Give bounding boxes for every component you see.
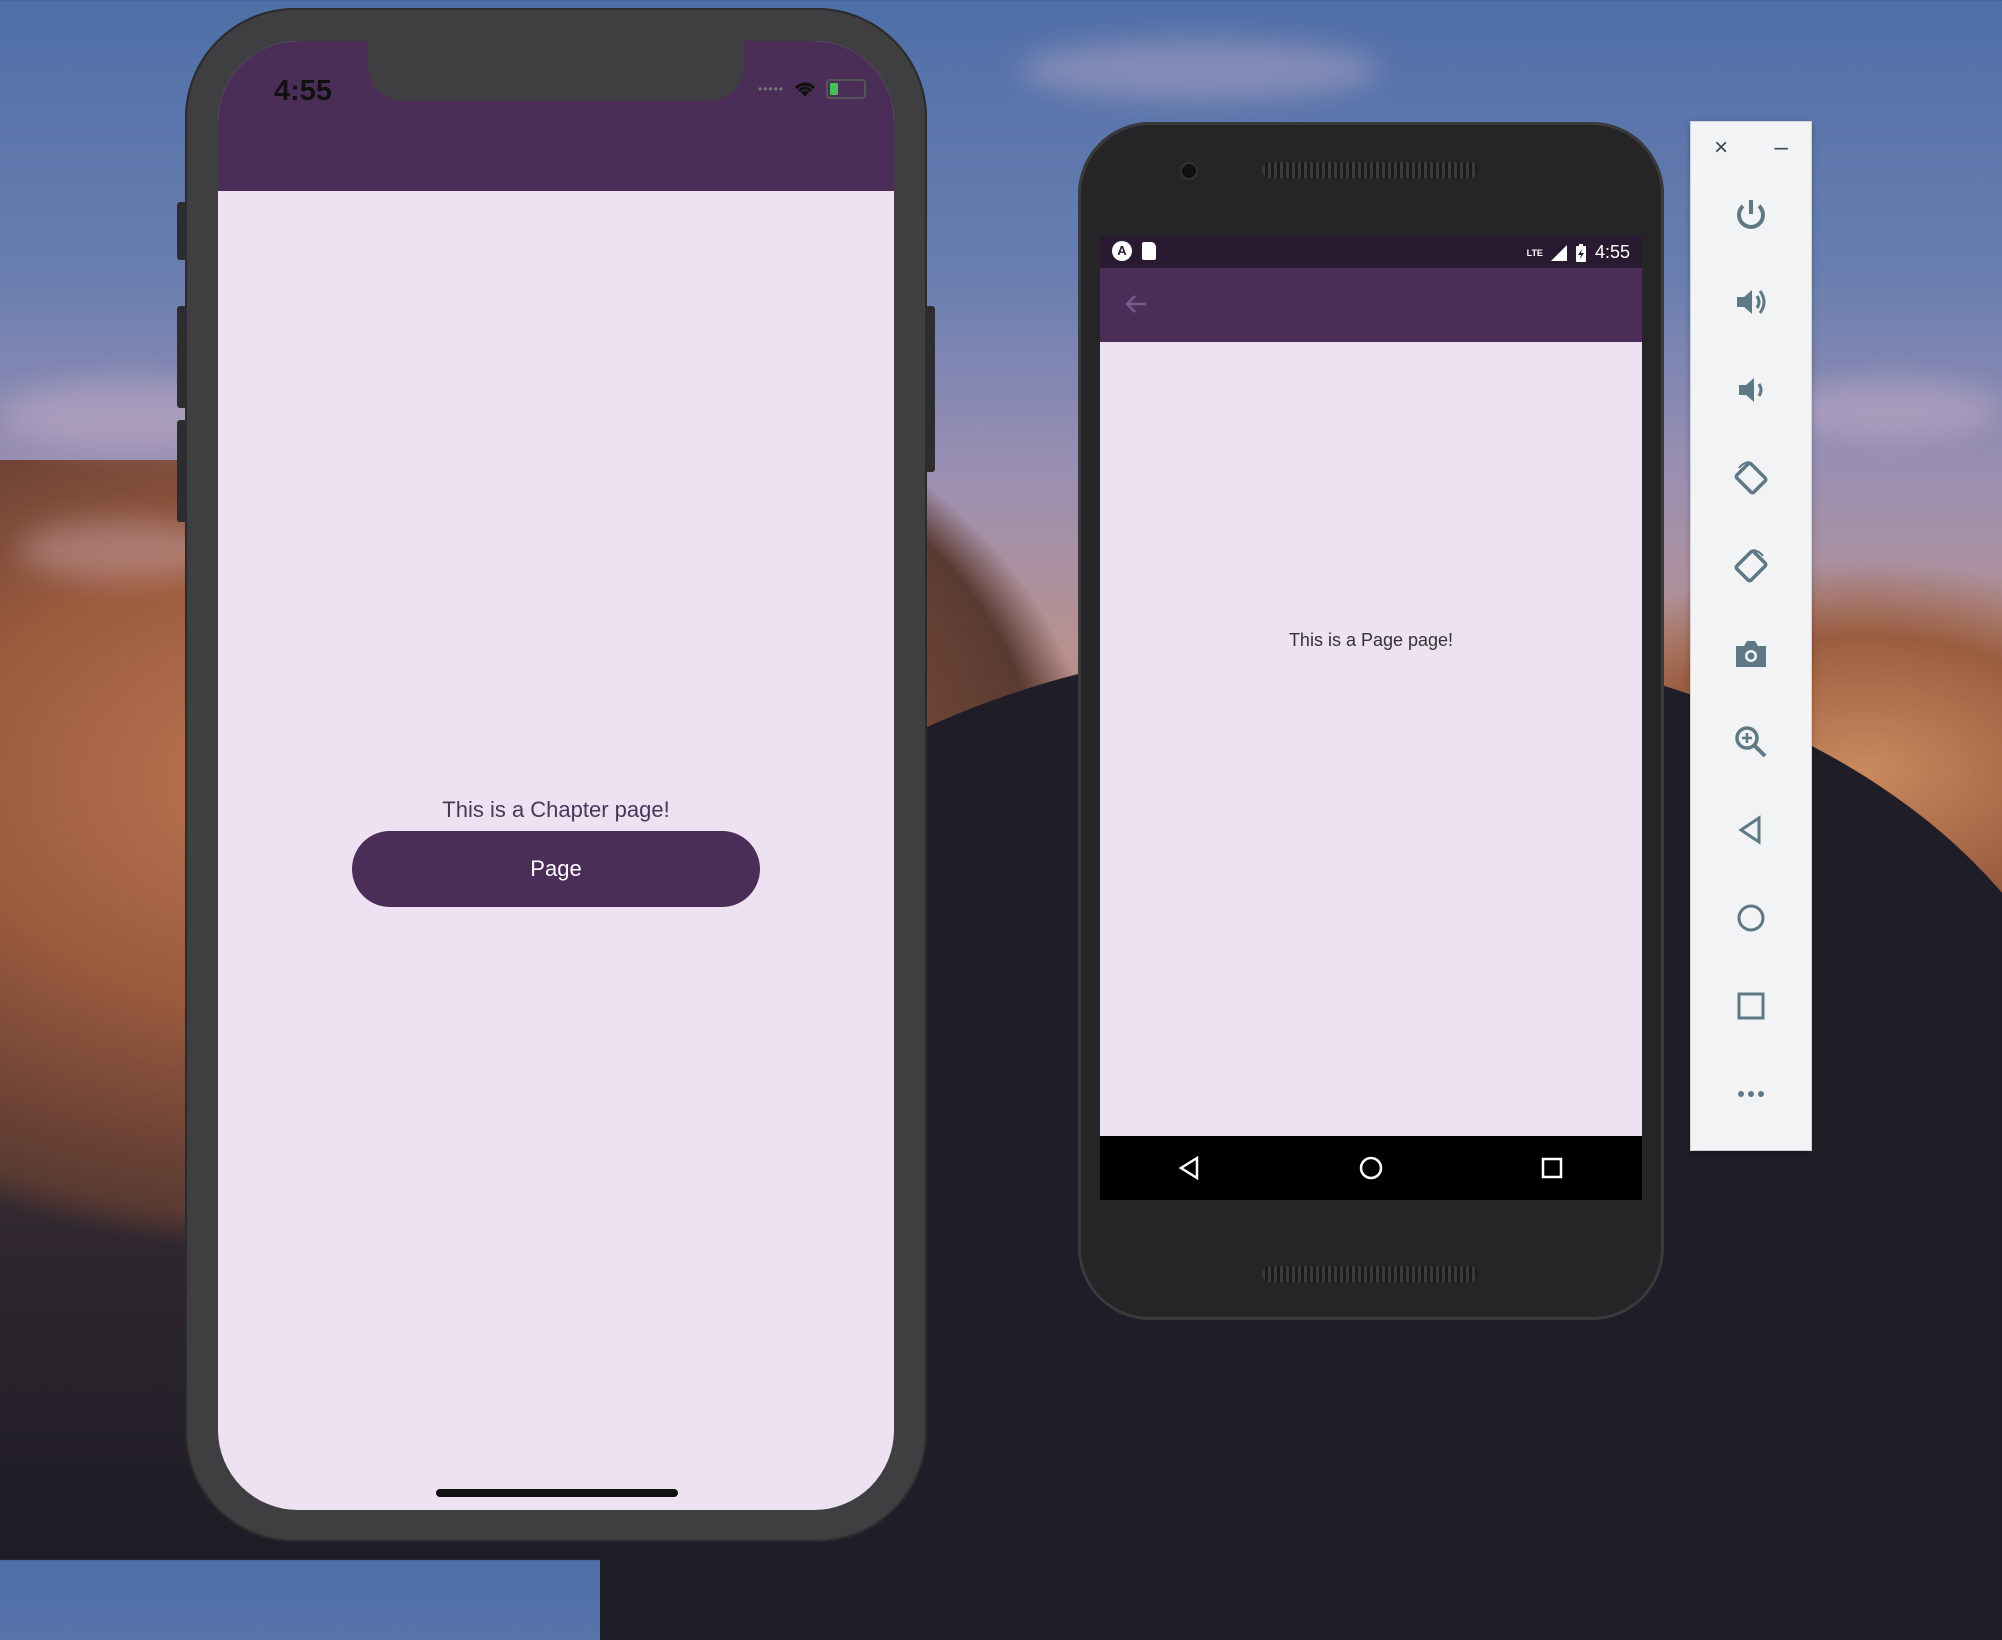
chapter-text: This is a Chapter page! — [442, 797, 670, 822]
home-indicator[interactable] — [436, 1489, 678, 1497]
nav-back-button[interactable] — [1170, 1148, 1210, 1188]
page-text: This is a Page page! — [1288, 630, 1454, 650]
bottom-speaker — [1262, 1266, 1478, 1282]
iphone-screen: 4:55 ••••• This is a Chapter page! Page — [218, 41, 894, 1510]
volume-down-icon — [1739, 378, 1763, 402]
android-emulator: A LTE 4:55 This is a Page page! — [1078, 122, 1664, 1320]
nav-home-button[interactable] — [1351, 1148, 1391, 1188]
home-icon — [1359, 1156, 1383, 1180]
minimize-button[interactable]: – — [1774, 134, 1787, 162]
zoom-icon — [1735, 726, 1767, 758]
page-button[interactable]: Page — [352, 831, 760, 907]
notch — [368, 41, 744, 101]
front-camera — [1180, 162, 1198, 180]
wifi-icon — [795, 82, 815, 97]
emulator-toolbar: × – — [1690, 121, 1812, 1151]
rotate-left-icon — [1734, 461, 1768, 495]
sd-card-icon — [1142, 242, 1156, 260]
volume-up-button[interactable] — [1731, 282, 1771, 322]
nav-overview-button[interactable] — [1532, 1148, 1572, 1188]
home-button[interactable] — [1731, 898, 1771, 938]
more-icon — [1738, 1091, 1764, 1097]
cell-signal-icon — [1550, 244, 1567, 261]
battery-charging-icon — [1575, 243, 1586, 262]
android-screen: A LTE 4:55 This is a Page page! — [1100, 236, 1642, 1200]
back-icon — [1178, 1155, 1199, 1181]
overview-icon — [1541, 1157, 1562, 1179]
zoom-button[interactable] — [1731, 722, 1771, 762]
app-notification-icon: A — [1112, 241, 1132, 261]
rotate-left-button[interactable] — [1731, 458, 1771, 498]
rotate-right-icon — [1734, 549, 1768, 583]
back-icon — [1738, 815, 1761, 845]
volume-up-icon — [1737, 290, 1766, 314]
power-button[interactable] — [1731, 194, 1771, 234]
page-button-label: Page — [530, 856, 582, 881]
signal-dots: ••••• — [757, 82, 784, 96]
battery-icon — [826, 79, 866, 99]
volume-down-button[interactable] — [1731, 370, 1771, 410]
android-status-time: 4:55 — [1594, 242, 1630, 262]
rotate-right-button[interactable] — [1731, 546, 1771, 586]
power-icon — [1737, 200, 1765, 229]
ios-status-icons: ••••• — [758, 79, 866, 99]
back-button[interactable] — [1731, 810, 1771, 850]
camera-icon — [1736, 641, 1766, 667]
close-button[interactable]: × — [1714, 134, 1728, 162]
android-navigation-bar — [1100, 1136, 1642, 1200]
overview-button[interactable] — [1731, 986, 1771, 1026]
top-speaker — [1262, 162, 1478, 178]
android-toolbar — [1100, 268, 1642, 342]
screenshot-button[interactable] — [1731, 634, 1771, 674]
more-button[interactable] — [1731, 1074, 1771, 1114]
iphone-simulator: 4:55 ••••• This is a Chapter page! Page — [177, 8, 935, 1542]
back-arrow-icon[interactable] — [1122, 290, 1150, 318]
network-label: LTE — [1526, 247, 1543, 258]
ios-status-time: 4:55 — [274, 75, 333, 107]
home-icon — [1737, 904, 1765, 932]
android-status-bar: A LTE 4:55 — [1100, 236, 1642, 268]
overview-icon — [1737, 992, 1765, 1020]
